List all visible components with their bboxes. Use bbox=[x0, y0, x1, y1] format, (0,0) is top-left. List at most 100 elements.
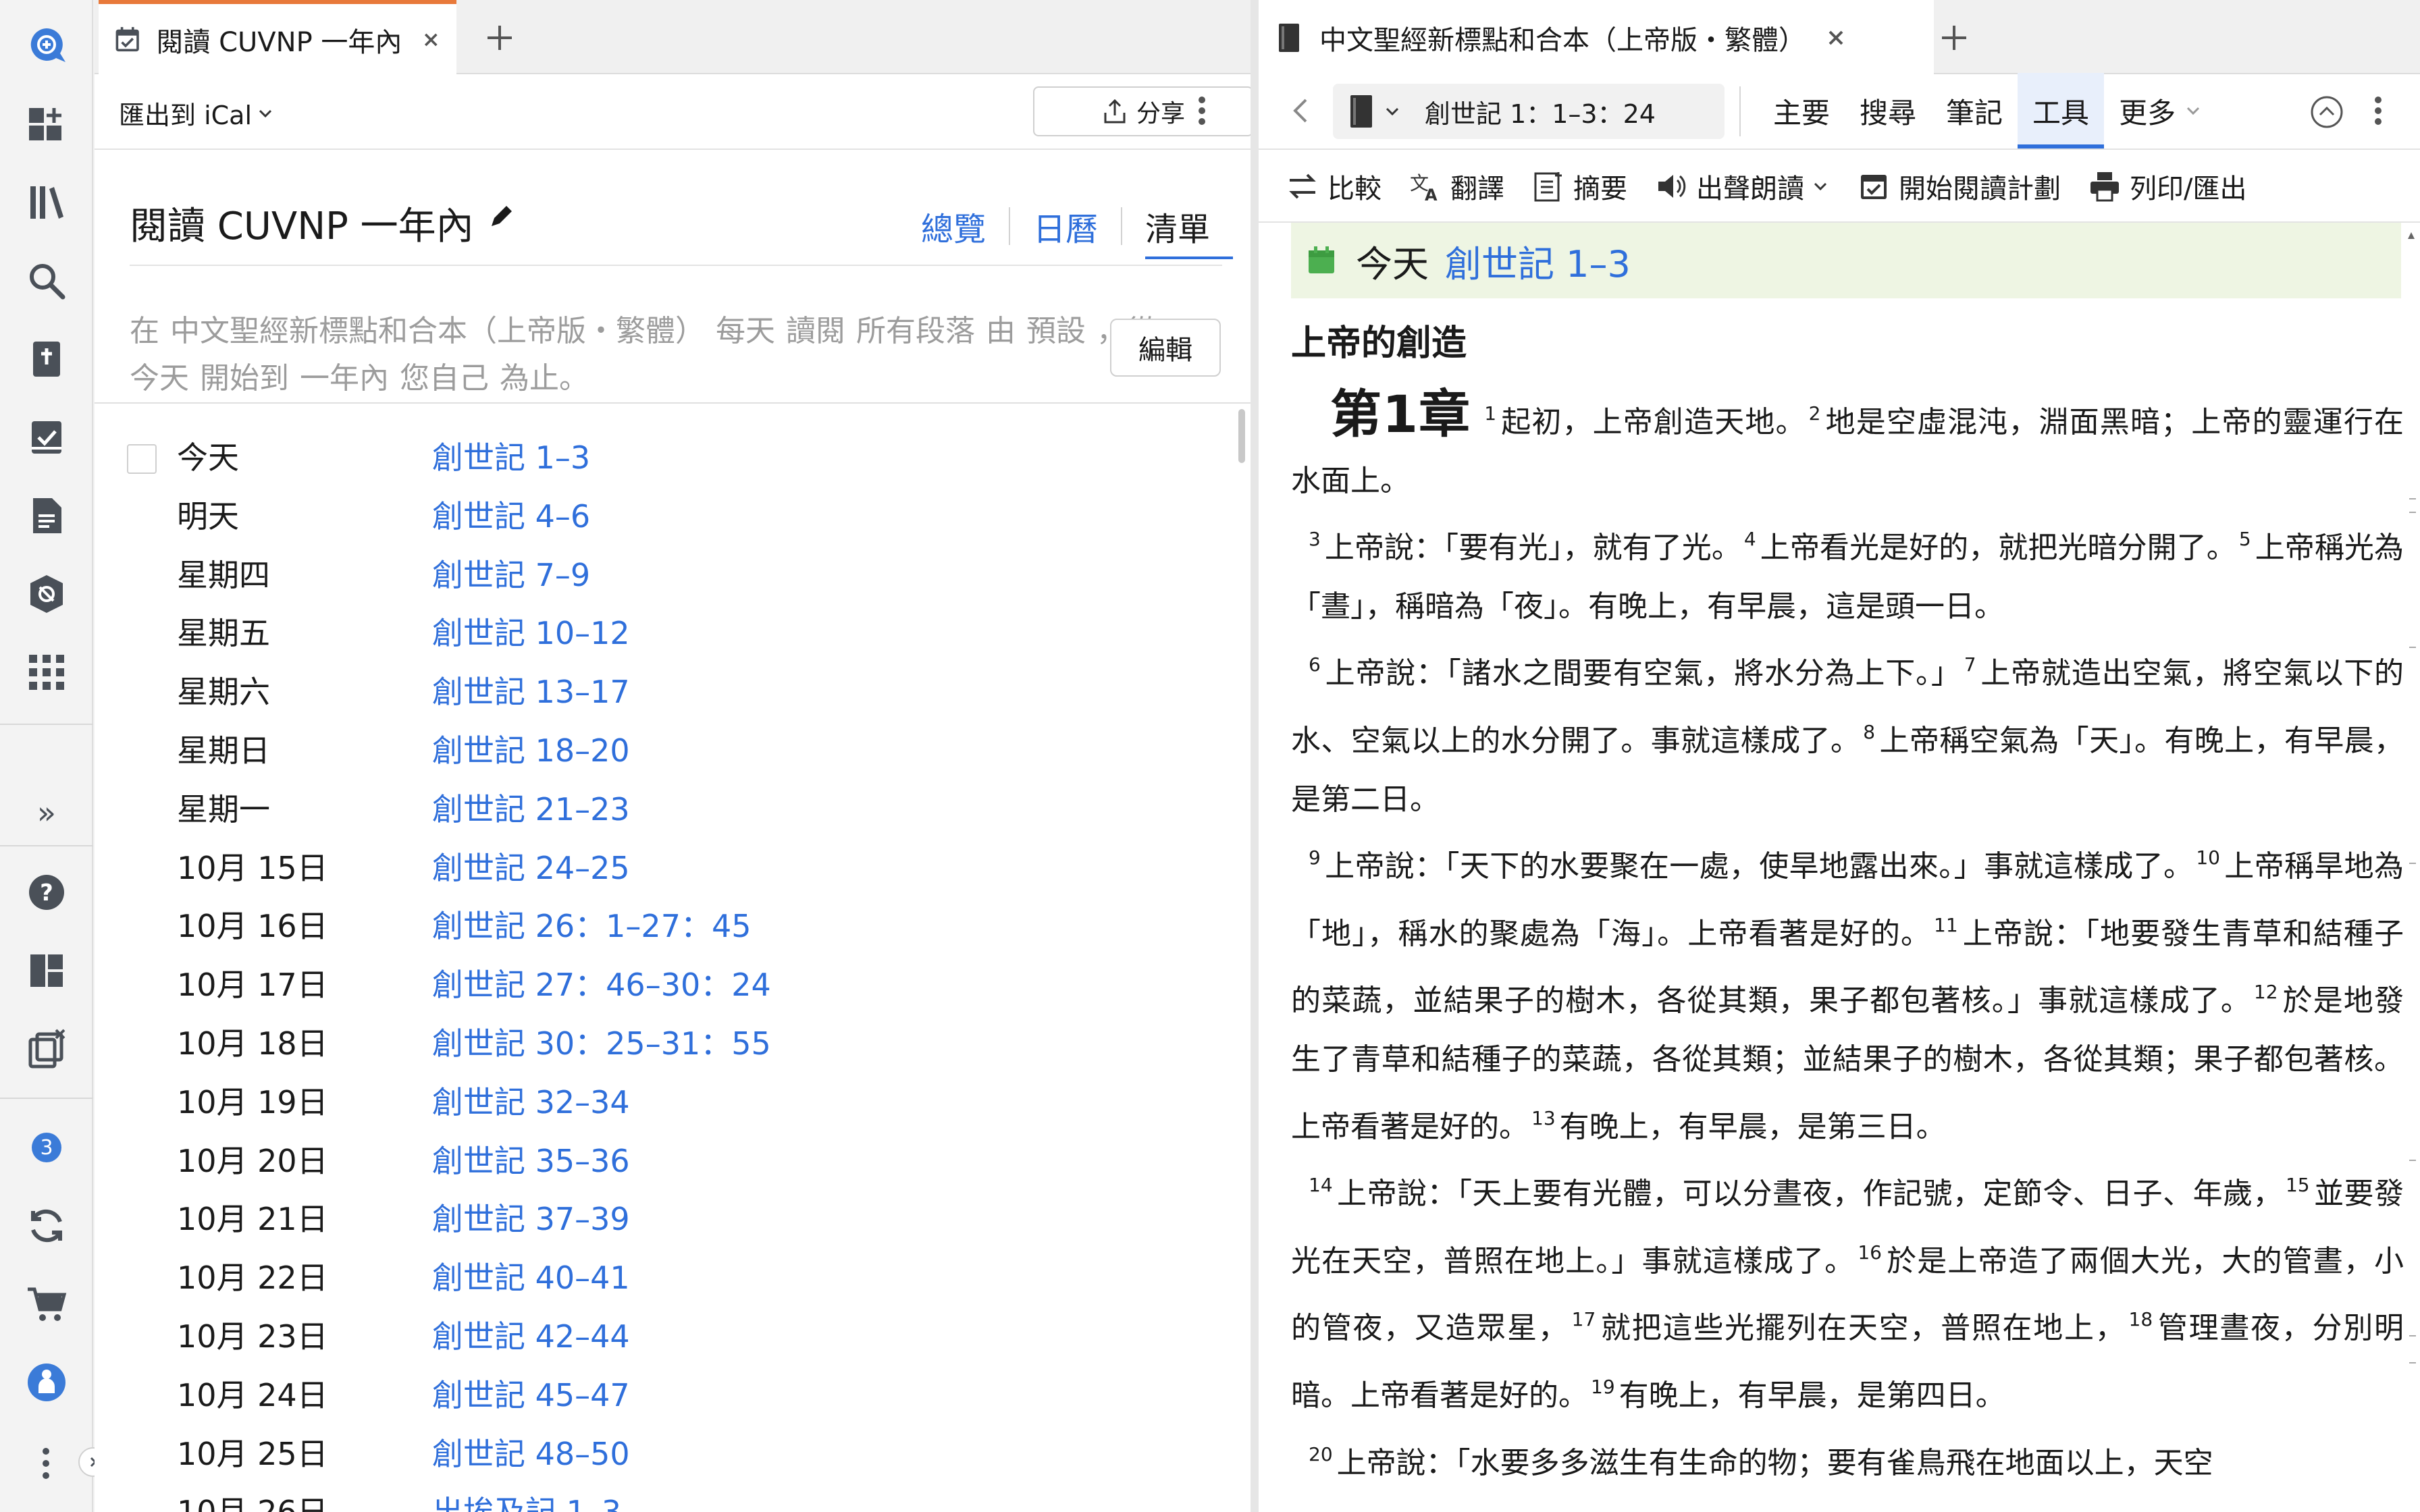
scroll-up-icon[interactable] bbox=[2406, 228, 2416, 243]
panel-splitter[interactable] bbox=[1251, 0, 1259, 1512]
translate-button[interactable]: 文A 翻譯 bbox=[1409, 167, 1504, 206]
today-reference-link[interactable]: 創世記 1–3 bbox=[1445, 234, 1631, 288]
rail-more-icon[interactable] bbox=[27, 1434, 65, 1493]
schedule-reference-link[interactable]: 創世記 35–36 bbox=[432, 1137, 630, 1181]
dashboard-add-icon[interactable] bbox=[17, 94, 76, 154]
schedule-reference-link[interactable]: 創世記 48–50 bbox=[432, 1430, 630, 1474]
verse-number[interactable]: 8 bbox=[1863, 721, 1875, 743]
schedule-reference-link[interactable]: 創世記 37–39 bbox=[432, 1195, 630, 1239]
export-ical-dropdown[interactable]: 匯出到 iCal bbox=[119, 94, 275, 132]
search-plus-icon[interactable] bbox=[17, 16, 76, 76]
more-vertical-icon[interactable] bbox=[2359, 92, 2397, 130]
schedule-reference-link[interactable]: 創世記 10–12 bbox=[432, 609, 630, 653]
reading-plan-icon[interactable] bbox=[17, 408, 76, 467]
menu-main[interactable]: 主要 bbox=[1758, 73, 1845, 148]
menu-tools[interactable]: 工具 bbox=[2018, 73, 2105, 148]
verse-number[interactable]: 15 bbox=[2286, 1174, 2310, 1196]
close-icon[interactable] bbox=[1824, 26, 1847, 49]
verse-number[interactable]: 18 bbox=[2129, 1308, 2153, 1330]
layout-icon[interactable] bbox=[17, 941, 76, 1000]
close-icon[interactable] bbox=[421, 28, 442, 51]
schedule-reference-link[interactable]: 出埃及記 1–3 bbox=[432, 1488, 621, 1512]
description-token: 今天 bbox=[130, 361, 189, 396]
verse-number[interactable]: 10 bbox=[2196, 846, 2220, 869]
verse-number[interactable]: 11 bbox=[1934, 914, 1958, 936]
tab-overview[interactable]: 總覽 bbox=[898, 202, 1009, 250]
schedule-row: 星期日 創世記 18–20 bbox=[95, 714, 1215, 772]
compare-button[interactable]: 比較 bbox=[1286, 167, 1382, 206]
description-token: 為止。 bbox=[500, 361, 589, 396]
start-reading-plan-button[interactable]: 開始閱讀計劃 bbox=[1857, 167, 2061, 206]
tab-list[interactable]: 清單 bbox=[1122, 202, 1234, 259]
library-icon[interactable] bbox=[17, 173, 76, 232]
search-icon[interactable] bbox=[17, 251, 76, 310]
verse-number[interactable]: 16 bbox=[1858, 1241, 1882, 1264]
menu-more[interactable]: 更多 bbox=[2104, 73, 2217, 148]
tab-calendar[interactable]: 日曆 bbox=[1010, 202, 1121, 250]
collapse-up-icon[interactable] bbox=[2308, 93, 2346, 131]
schedule-reference-link[interactable]: 創世記 40–41 bbox=[432, 1253, 630, 1298]
more-vertical-icon[interactable] bbox=[1183, 92, 1221, 130]
completed-checkbox[interactable] bbox=[127, 444, 157, 474]
notifications-badge[interactable]: 3 bbox=[17, 1118, 76, 1177]
schedule-row: 星期四 創世記 7–9 bbox=[95, 539, 1215, 597]
bible-icon[interactable] bbox=[17, 329, 76, 389]
verse-number[interactable]: 5 bbox=[2239, 528, 2251, 550]
schedule-day: 10月 22日 bbox=[177, 1260, 328, 1297]
verse-number[interactable]: 9 bbox=[1309, 846, 1321, 869]
schedule-reference-link[interactable]: 創世記 45–47 bbox=[432, 1371, 630, 1415]
verse-number[interactable]: 14 bbox=[1309, 1174, 1333, 1196]
apps-grid-icon[interactable] bbox=[17, 643, 76, 702]
verse-number[interactable]: 12 bbox=[2254, 981, 2278, 1003]
help-icon[interactable]: ? bbox=[17, 863, 76, 922]
print-export-button[interactable]: 列印/匯出 bbox=[2088, 167, 2246, 206]
schedule-reference-link[interactable]: 創世記 18–20 bbox=[432, 726, 630, 771]
schedule-reference-link[interactable]: 創世記 21–23 bbox=[432, 785, 630, 830]
summary-button[interactable]: 摘要 bbox=[1531, 167, 1627, 206]
add-tab-icon[interactable] bbox=[1937, 20, 1972, 55]
verse-number[interactable]: 13 bbox=[1531, 1107, 1556, 1129]
reference-selector[interactable]: 創世記 1：1–3：24 bbox=[1333, 84, 1725, 139]
translate-icon: 文A bbox=[1410, 172, 1438, 203]
tag-icon[interactable] bbox=[17, 564, 76, 624]
menu-notes[interactable]: 筆記 bbox=[1931, 73, 2018, 148]
description-token: 預設 bbox=[1026, 314, 1086, 348]
back-icon[interactable] bbox=[1283, 92, 1321, 130]
document-icon[interactable] bbox=[17, 486, 76, 545]
schedule-reference-link[interactable]: 創世記 30：25–31：55 bbox=[432, 1019, 771, 1064]
sync-icon[interactable] bbox=[17, 1196, 76, 1256]
schedule-reference-link[interactable]: 創世記 24–25 bbox=[432, 844, 630, 888]
verse-number[interactable]: 6 bbox=[1309, 653, 1321, 676]
verse-number[interactable]: 2 bbox=[1809, 402, 1821, 425]
account-icon[interactable] bbox=[17, 1353, 76, 1412]
verse-number[interactable]: 19 bbox=[1591, 1376, 1615, 1398]
verse-number[interactable]: 20 bbox=[1309, 1443, 1333, 1465]
scrollbar-thumb[interactable] bbox=[1238, 409, 1245, 463]
add-tab-icon[interactable] bbox=[482, 20, 517, 55]
tab-reading-plan[interactable]: 閱讀 CUVNP 一年內 bbox=[99, 0, 456, 76]
verse-number[interactable]: 3 bbox=[1309, 528, 1321, 550]
schedule-reference-link[interactable]: 創世記 26：1–27：45 bbox=[432, 902, 752, 946]
verse-number[interactable]: 1 bbox=[1484, 402, 1496, 425]
schedule-reference-link[interactable]: 創世記 27：46–30：24 bbox=[432, 961, 771, 1005]
schedule-reference-link[interactable]: 創世記 32–34 bbox=[432, 1078, 630, 1123]
scrollbar[interactable] bbox=[2406, 228, 2416, 1511]
chevron-down-icon bbox=[259, 109, 272, 117]
tab-bible[interactable]: 中文聖經新標點和合本（上帝版・繁體） bbox=[1259, 0, 1934, 76]
cart-icon[interactable] bbox=[17, 1274, 76, 1334]
edit-button[interactable]: 編輯 bbox=[1110, 319, 1221, 377]
menu-search[interactable]: 搜尋 bbox=[1845, 73, 1931, 148]
verse-number[interactable]: 4 bbox=[1744, 528, 1756, 550]
schedule-reference-link[interactable]: 創世記 7–9 bbox=[432, 551, 590, 595]
schedule-reference-link[interactable]: 創世記 4–6 bbox=[432, 492, 590, 537]
verse-number[interactable]: 7 bbox=[1964, 653, 1976, 676]
clipboard-close-icon[interactable] bbox=[17, 1019, 76, 1079]
schedule-reference-link[interactable]: 創世記 1–3 bbox=[432, 433, 590, 478]
read-aloud-dropdown[interactable]: 出聲朗讀 bbox=[1654, 167, 1830, 206]
schedule-reference-link[interactable]: 創世記 13–17 bbox=[432, 668, 630, 712]
expand-rail-button[interactable]: » bbox=[17, 783, 76, 842]
verse-number[interactable]: 17 bbox=[1572, 1308, 1596, 1330]
schedule-row: 10月 22日 創世記 40–41 bbox=[95, 1241, 1215, 1299]
pencil-icon[interactable] bbox=[486, 202, 516, 232]
schedule-reference-link[interactable]: 創世記 42–44 bbox=[432, 1312, 630, 1357]
